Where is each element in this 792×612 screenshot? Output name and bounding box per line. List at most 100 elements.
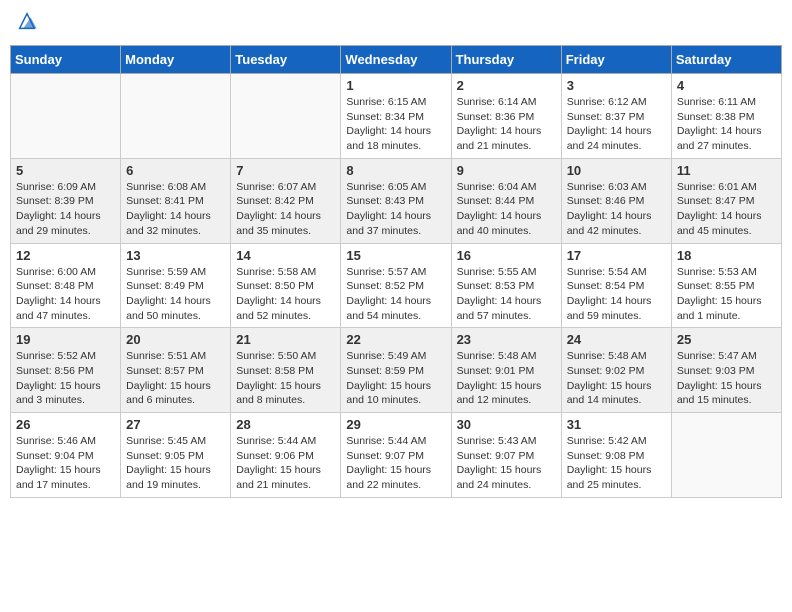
day-info: Sunrise: 5:51 AMSunset: 8:57 PMDaylight:… [126,349,225,408]
weekday-header-row: SundayMondayTuesdayWednesdayThursdayFrid… [11,46,782,74]
day-info: Sunrise: 5:50 AMSunset: 8:58 PMDaylight:… [236,349,335,408]
weekday-header-sunday: Sunday [11,46,121,74]
day-info: Sunrise: 6:15 AMSunset: 8:34 PMDaylight:… [346,95,445,154]
day-cell-9: 9 Sunrise: 6:04 AMSunset: 8:44 PMDaylight… [451,158,561,243]
day-info: Sunrise: 6:09 AMSunset: 8:39 PMDaylight:… [16,180,115,239]
day-info: Sunrise: 5:48 AMSunset: 9:01 PMDaylight:… [457,349,556,408]
day-cell-29: 29Sunrise: 5:44 AMSunset: 9:07 PMDayligh… [341,413,451,498]
day-cell-21: 21 Sunrise: 5:50 AMSunset: 8:58 PMDayligh… [231,328,341,413]
day-cell-25: 25 Sunrise: 5:47 AMSunset: 9:03 PMDayligh… [671,328,781,413]
day-cell-7: 7Sunrise: 6:07 AMSunset: 8:42 PMDaylight… [231,158,341,243]
day-number: 24 [567,332,666,347]
week-row-4: 19 Sunrise: 5:52 AMSunset: 8:56 PMDayligh… [11,328,782,413]
day-number: 27 [126,417,225,432]
day-cell-27: 27Sunrise: 5:45 AMSunset: 9:05 PMDayligh… [121,413,231,498]
day-number: 10 [567,163,666,178]
day-info: Sunrise: 5:43 AMSunset: 9:07 PMDaylight:… [457,434,556,493]
day-info: Sunrise: 5:57 AMSunset: 8:52 PMDaylight:… [346,265,445,324]
weekday-header-tuesday: Tuesday [231,46,341,74]
day-number: 23 [457,332,556,347]
empty-cell [11,74,121,159]
day-number: 7 [236,163,335,178]
day-number: 2 [457,78,556,93]
day-cell-22: 22 Sunrise: 5:49 AMSunset: 8:59 PMDayligh… [341,328,451,413]
day-info: Sunrise: 5:48 AMSunset: 9:02 PMDaylight:… [567,349,666,408]
empty-cell [231,74,341,159]
day-number: 25 [677,332,776,347]
day-info: Sunrise: 6:03 AMSunset: 8:46 PMDaylight:… [567,180,666,239]
day-cell-16: 16 Sunrise: 5:55 AMSunset: 8:53 PMDayligh… [451,243,561,328]
day-info: Sunrise: 5:54 AMSunset: 8:54 PMDaylight:… [567,265,666,324]
day-cell-11: 11 Sunrise: 6:01 AMSunset: 8:47 PMDayligh… [671,158,781,243]
day-info: Sunrise: 5:58 AMSunset: 8:50 PMDaylight:… [236,265,335,324]
day-number: 4 [677,78,776,93]
day-cell-5: 5 Sunrise: 6:09 AMSunset: 8:39 PMDaylight… [11,158,121,243]
day-number: 28 [236,417,335,432]
day-info: Sunrise: 6:01 AMSunset: 8:47 PMDaylight:… [677,180,776,239]
day-info: Sunrise: 5:44 AMSunset: 9:06 PMDaylight:… [236,434,335,493]
day-info: Sunrise: 5:55 AMSunset: 8:53 PMDaylight:… [457,265,556,324]
day-cell-19: 19 Sunrise: 5:52 AMSunset: 8:56 PMDayligh… [11,328,121,413]
day-number: 11 [677,163,776,178]
day-number: 18 [677,248,776,263]
weekday-header-saturday: Saturday [671,46,781,74]
logo [14,10,40,37]
day-cell-2: 2 Sunrise: 6:14 AMSunset: 8:36 PMDaylight… [451,74,561,159]
day-info: Sunrise: 5:53 AMSunset: 8:55 PMDaylight:… [677,265,776,324]
day-info: Sunrise: 5:47 AMSunset: 9:03 PMDaylight:… [677,349,776,408]
day-cell-17: 17 Sunrise: 5:54 AMSunset: 8:54 PMDayligh… [561,243,671,328]
day-info: Sunrise: 6:08 AMSunset: 8:41 PMDaylight:… [126,180,225,239]
day-info: Sunrise: 6:00 AMSunset: 8:48 PMDaylight:… [16,265,115,324]
day-info: Sunrise: 6:14 AMSunset: 8:36 PMDaylight:… [457,95,556,154]
day-cell-20: 20 Sunrise: 5:51 AMSunset: 8:57 PMDayligh… [121,328,231,413]
day-number: 8 [346,163,445,178]
day-cell-28: 28 Sunrise: 5:44 AMSunset: 9:06 PMDayligh… [231,413,341,498]
week-row-1: 1 Sunrise: 6:15 AMSunset: 8:34 PMDaylight… [11,74,782,159]
logo-icon [16,10,38,32]
day-number: 14 [236,248,335,263]
weekday-header-friday: Friday [561,46,671,74]
week-row-2: 5 Sunrise: 6:09 AMSunset: 8:39 PMDaylight… [11,158,782,243]
day-number: 31 [567,417,666,432]
day-number: 20 [126,332,225,347]
week-row-3: 12Sunrise: 6:00 AMSunset: 8:48 PMDayligh… [11,243,782,328]
day-info: Sunrise: 6:11 AMSunset: 8:38 PMDaylight:… [677,95,776,154]
day-number: 15 [346,248,445,263]
day-cell-15: 15 Sunrise: 5:57 AMSunset: 8:52 PMDayligh… [341,243,451,328]
day-info: Sunrise: 5:42 AMSunset: 9:08 PMDaylight:… [567,434,666,493]
day-cell-6: 6 Sunrise: 6:08 AMSunset: 8:41 PMDaylight… [121,158,231,243]
week-row-5: 26 Sunrise: 5:46 AMSunset: 9:04 PMDayligh… [11,413,782,498]
day-cell-14: 14 Sunrise: 5:58 AMSunset: 8:50 PMDayligh… [231,243,341,328]
day-info: Sunrise: 5:52 AMSunset: 8:56 PMDaylight:… [16,349,115,408]
page-header [10,10,782,37]
day-number: 5 [16,163,115,178]
empty-cell [671,413,781,498]
day-number: 6 [126,163,225,178]
day-number: 26 [16,417,115,432]
day-number: 21 [236,332,335,347]
day-cell-10: 10 Sunrise: 6:03 AMSunset: 8:46 PMDayligh… [561,158,671,243]
day-info: Sunrise: 5:46 AMSunset: 9:04 PMDaylight:… [16,434,115,493]
day-cell-18: 18 Sunrise: 5:53 AMSunset: 8:55 PMDayligh… [671,243,781,328]
day-number: 1 [346,78,445,93]
day-number: 22 [346,332,445,347]
day-number: 30 [457,417,556,432]
day-number: 16 [457,248,556,263]
weekday-header-wednesday: Wednesday [341,46,451,74]
day-info: Sunrise: 5:59 AMSunset: 8:49 PMDaylight:… [126,265,225,324]
day-cell-1: 1 Sunrise: 6:15 AMSunset: 8:34 PMDaylight… [341,74,451,159]
day-number: 13 [126,248,225,263]
day-cell-23: 23 Sunrise: 5:48 AMSunset: 9:01 PMDayligh… [451,328,561,413]
day-number: 29 [346,417,445,432]
day-number: 3 [567,78,666,93]
day-cell-31: 31 Sunrise: 5:42 AMSunset: 9:08 PMDayligh… [561,413,671,498]
day-number: 9 [457,163,556,178]
day-info: Sunrise: 5:49 AMSunset: 8:59 PMDaylight:… [346,349,445,408]
day-info: Sunrise: 6:04 AMSunset: 8:44 PMDaylight:… [457,180,556,239]
day-number: 19 [16,332,115,347]
day-cell-8: 8Sunrise: 6:05 AMSunset: 8:43 PMDaylight… [341,158,451,243]
day-cell-4: 4 Sunrise: 6:11 AMSunset: 8:38 PMDaylight… [671,74,781,159]
day-cell-12: 12Sunrise: 6:00 AMSunset: 8:48 PMDayligh… [11,243,121,328]
day-number: 17 [567,248,666,263]
empty-cell [121,74,231,159]
